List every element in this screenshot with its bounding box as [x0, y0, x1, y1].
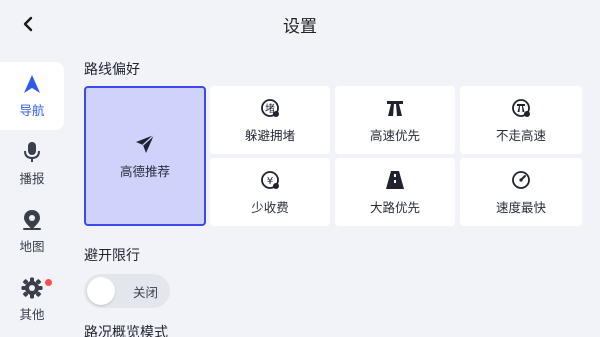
option-label: 不走高速 [495, 127, 546, 143]
option-fastest[interactable]: 速度最快 [460, 158, 582, 226]
option-label: 速度最快 [495, 199, 546, 215]
map-pin-icon [21, 209, 43, 231]
sidebar-item-label: 导航 [19, 103, 45, 118]
sidebar-item-other[interactable]: 其他 [0, 266, 64, 334]
sidebar: 导航 播报 地图 其他 [0, 62, 64, 337]
speedometer-icon [510, 169, 532, 191]
yuan-coin-icon: ¥ [259, 169, 281, 191]
restriction-title: 避开限行 [84, 248, 140, 264]
route-pref-grid: 高德推荐 堵 躲避拥堵 高速优先 不走高速 ¥ 少收费 大路优先 速度最快 [84, 86, 584, 226]
option-label: 少收费 [251, 199, 289, 215]
main-road-icon [384, 169, 406, 191]
notification-badge [45, 279, 52, 286]
svg-text:¥: ¥ [267, 176, 273, 187]
sidebar-item-label: 地图 [19, 239, 45, 254]
option-label: 大路优先 [369, 199, 420, 215]
navigation-arrow-icon [21, 73, 43, 95]
send-arrow-icon [134, 133, 156, 155]
settings-content: 路线偏好 高德推荐 堵 躲避拥堵 高速优先 不走高速 ¥ 少收费 大路优先 速度… [84, 56, 584, 308]
option-main-road-first[interactable]: 大路优先 [335, 158, 455, 226]
chevron-left-icon [23, 16, 33, 32]
option-highway-first[interactable]: 高速优先 [335, 86, 455, 154]
option-label: 高德推荐 [119, 163, 170, 179]
avoid-congestion-icon: 堵 [259, 97, 281, 119]
highway-icon [384, 97, 406, 119]
toggle-knob [87, 277, 115, 305]
back-button[interactable] [12, 8, 44, 40]
restriction-toggle[interactable]: 关闭 [84, 274, 170, 308]
option-avoid-congestion[interactable]: 堵 躲避拥堵 [210, 86, 330, 154]
restriction-section: 避开限行 关闭 [84, 242, 584, 308]
option-label: 躲避拥堵 [244, 127, 295, 143]
route-pref-title: 路线偏好 [84, 62, 140, 78]
microphone-icon [21, 141, 43, 163]
gear-icon [21, 277, 43, 299]
option-no-highway[interactable]: 不走高速 [460, 86, 582, 154]
toggle-label: 关闭 [133, 284, 159, 300]
sidebar-item-map[interactable]: 地图 [0, 198, 64, 266]
header-bar: 设置 [0, 0, 600, 48]
option-amap-recommend[interactable]: 高德推荐 [84, 86, 206, 226]
traffic-overview-title: 路况概览模式 [84, 325, 168, 337]
option-less-toll[interactable]: ¥ 少收费 [210, 158, 330, 226]
no-highway-icon [510, 97, 532, 119]
sidebar-item-label: 其他 [19, 307, 45, 322]
option-label: 高速优先 [369, 127, 420, 143]
sidebar-item-navigation[interactable]: 导航 [0, 62, 64, 130]
sidebar-item-broadcast[interactable]: 播报 [0, 130, 64, 198]
page-title: 设置 [283, 16, 317, 37]
sidebar-item-label: 播报 [19, 171, 45, 186]
